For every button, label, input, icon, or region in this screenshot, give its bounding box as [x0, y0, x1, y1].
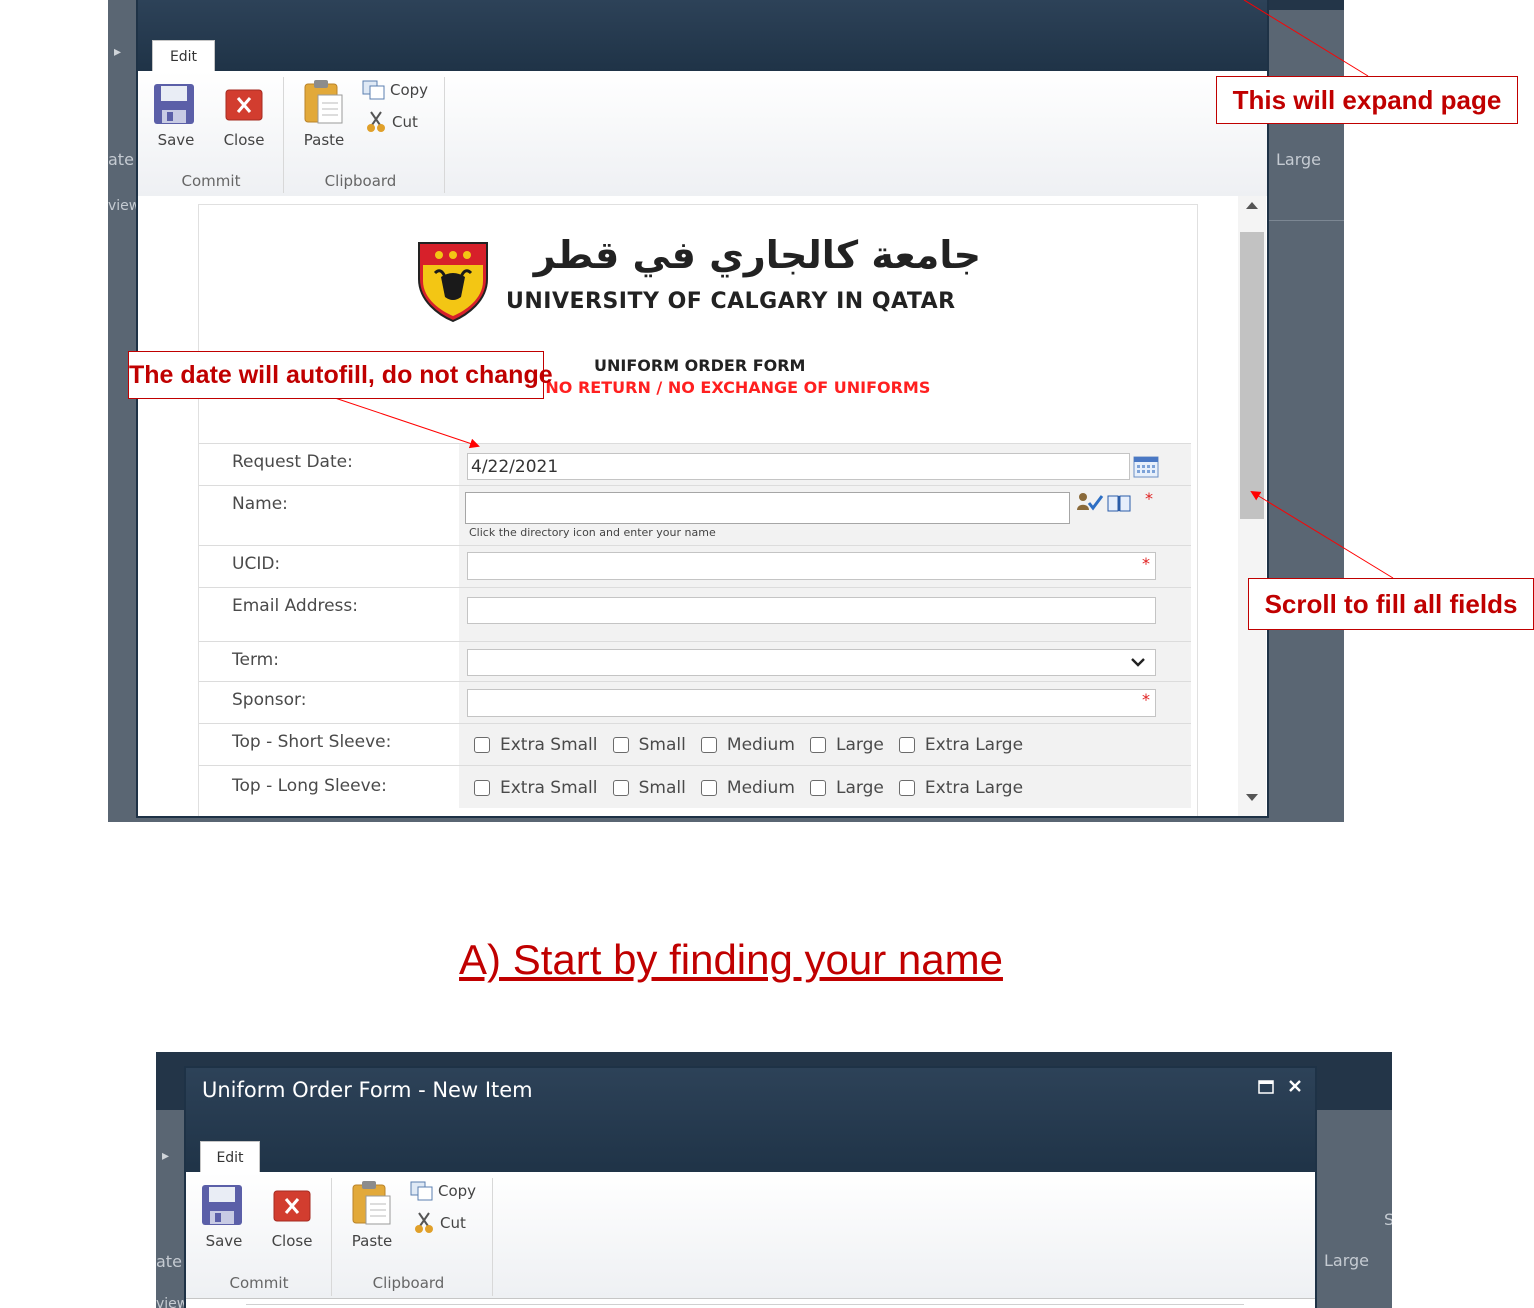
clipboard-group-label: Clipboard [372, 1274, 445, 1292]
autofill-arrow [334, 397, 480, 449]
annotation-arrows [334, 0, 1394, 579]
expand-page-callout: This will expand page [1216, 76, 1518, 124]
close-label: Close [271, 1232, 313, 1250]
dialog-window: Uniform Order Form - New Item Edit Save [184, 1066, 1317, 1308]
close-button[interactable]: Close [264, 1180, 320, 1252]
cut-label: Cut [440, 1214, 466, 1232]
expand-arrow [1243, 0, 1369, 77]
bg-fragment-right-1: Large [1324, 1251, 1370, 1270]
copy-icon [410, 1181, 433, 1201]
commit-group-label: Commit [229, 1274, 289, 1292]
form-card-edge [246, 1304, 1244, 1305]
paste-button[interactable]: Paste [344, 1178, 400, 1252]
save-icon [202, 1185, 242, 1225]
paste-label: Paste [351, 1232, 393, 1250]
save-label: Save [205, 1232, 243, 1250]
bg-fragment-left-1: ate [156, 1252, 182, 1271]
bg-fragment-right-2: S [1384, 1210, 1392, 1229]
tab-edit[interactable]: Edit [200, 1141, 260, 1174]
scroll-fields-callout: Scroll to fill all fields [1248, 578, 1534, 630]
scroll-arrow [1250, 490, 1394, 579]
step-heading: A) Start by finding your name [459, 936, 1003, 983]
close-icon [273, 1190, 311, 1222]
cut-button[interactable]: Cut [414, 1212, 484, 1234]
group-separator [331, 1178, 332, 1296]
group-separator [492, 1178, 493, 1296]
paste-icon [352, 1181, 391, 1225]
copy-button[interactable]: Copy [410, 1180, 490, 1202]
bottom-screenshot: ▸ ate view Large S Uniform Order Form - … [156, 1052, 1392, 1308]
close-icon[interactable] [1288, 1079, 1302, 1093]
autofill-date-callout: The date will autofill, do not change [128, 351, 553, 399]
copy-label: Copy [438, 1182, 477, 1200]
ribbon: Save Close Commit Paste Copy Cut Clipboa… [186, 1172, 1315, 1299]
scissors-icon [415, 1212, 433, 1233]
bg-chevron: ▸ [162, 1148, 170, 1164]
dialog-title: Uniform Order Form - New Item [202, 1078, 533, 1102]
save-button[interactable]: Save [196, 1180, 252, 1252]
maximize-icon[interactable] [1258, 1080, 1274, 1094]
